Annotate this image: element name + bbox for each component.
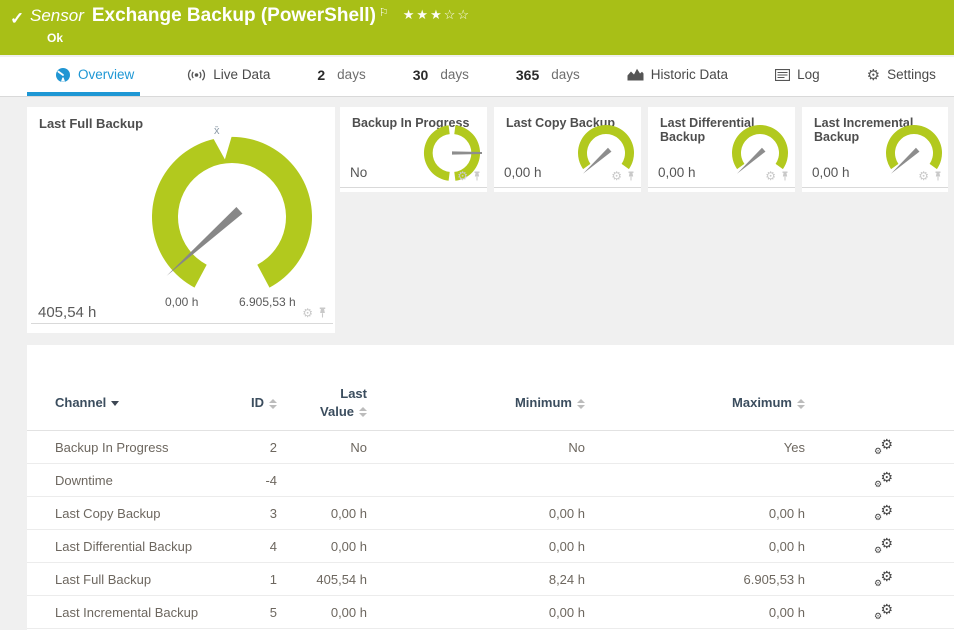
gauge-current-value: 0,00 h [504, 165, 542, 180]
live-icon [187, 68, 206, 82]
gauge-panel-last-copy-backup[interactable]: Last Copy Backup 0,00 h ⚙ [494, 107, 641, 192]
channel-name: Last Differential Backup [55, 539, 245, 554]
table-row[interactable]: Last Differential Backup 4 0,00 h 0,00 h… [27, 530, 954, 563]
edit-channel-icon[interactable]: ⚙⚙ [873, 504, 895, 522]
last-full-backup-gauge: x̄ [127, 125, 337, 301]
edit-channel-icon[interactable]: ⚙⚙ [873, 603, 895, 621]
tab-historic-data[interactable]: Historic Data [627, 57, 728, 96]
page-title: Exchange Backup (PowerShell) [92, 5, 376, 27]
edit-channel-icon[interactable]: ⚙⚙ [873, 537, 895, 555]
flag-icon[interactable]: ⚐ [379, 6, 389, 19]
sort-icon [359, 407, 367, 417]
edit-channel-icon[interactable]: ⚙⚙ [873, 471, 895, 489]
edit-channel-icon[interactable]: ⚙⚙ [873, 438, 895, 456]
sort-icon [577, 399, 585, 409]
panel-divider [340, 187, 487, 188]
edit-channel-icon[interactable]: ⚙⚙ [873, 570, 895, 588]
gauge-panel-backup-in-progress[interactable]: Backup In Progress No ⚙ [340, 107, 487, 192]
gauge-current-value: 405,54 h [38, 304, 96, 321]
gauge-icon [55, 67, 71, 83]
column-header-maximum[interactable]: Maximum [585, 395, 805, 410]
column-header-channel[interactable]: Channel [55, 395, 245, 410]
gear-icon[interactable]: ⚙ [611, 170, 622, 182]
channel-name: Last Full Backup [55, 572, 245, 587]
gear-icon[interactable]: ⚙ [765, 170, 776, 182]
tab-log[interactable]: Log [775, 57, 820, 96]
area-chart-icon [627, 68, 644, 81]
tab-overview[interactable]: Overview [27, 57, 140, 96]
average-marker: x̄ [214, 125, 220, 137]
table-header-row: Channel ID Last Value Minimum Maximum [27, 345, 954, 431]
gear-icon[interactable]: ⚙ [918, 170, 929, 182]
gauge-panel-last-differential-backup[interactable]: Last Differential Backup 0,00 h ⚙ [648, 107, 795, 192]
tab-30-days[interactable]: 30days [413, 57, 469, 96]
gear-icon[interactable]: ⚙ [457, 170, 468, 182]
status-badge: Ok [47, 31, 63, 45]
table-row[interactable]: Backup In Progress 2 No No Yes ⚙⚙ [27, 431, 954, 464]
gear-icon[interactable]: ⚙ [302, 307, 313, 319]
channel-name: Downtime [55, 473, 245, 488]
panel-divider [31, 323, 333, 324]
channel-table-panel: Channel ID Last Value Minimum Maximum Ba… [27, 345, 954, 630]
column-header-last-value[interactable]: Last Value [277, 385, 367, 420]
object-kind-label: Sensor [30, 6, 84, 26]
table-row[interactable]: Last Copy Backup 3 0,00 h 0,00 h 0,00 h … [27, 497, 954, 530]
status-ok-check-icon: ✓ [10, 9, 24, 29]
column-header-minimum[interactable]: Minimum [367, 395, 585, 410]
panel-divider [494, 187, 641, 188]
pin-icon[interactable] [626, 171, 636, 182]
sort-icon [269, 399, 277, 409]
channel-name: Backup In Progress [55, 440, 245, 455]
tab-365-days[interactable]: 365days [516, 57, 580, 96]
primary-gauge-panel[interactable]: Last Full Backup x̄ 0,00 h 6.905,53 h 40… [27, 107, 335, 333]
table-row[interactable]: Downtime -4 ⚙⚙ [27, 464, 954, 497]
gauge-scale-min: 0,00 h [165, 295, 198, 309]
tab-bar: Overview Live Data 2days 30days 365days … [0, 57, 954, 97]
sort-icon [797, 399, 805, 409]
panel-divider [802, 187, 948, 188]
channel-name: Last Copy Backup [55, 506, 245, 521]
log-icon [775, 69, 790, 81]
pin-icon[interactable] [933, 171, 943, 182]
panel-divider [648, 187, 795, 188]
gauge-panel-last-incremental-backup[interactable]: Last Incremental Backup 0,00 h ⚙ [802, 107, 948, 192]
table-row[interactable]: Last Incremental Backup 5 0,00 h 0,00 h … [27, 596, 954, 629]
pin-icon[interactable] [472, 171, 482, 182]
gauge-current-value: No [350, 165, 367, 180]
pin-icon[interactable] [317, 307, 328, 319]
priority-stars[interactable]: ★★★☆☆ [403, 7, 471, 23]
tab-live-data[interactable]: Live Data [187, 57, 270, 96]
sensor-status-header: ✓ Sensor Exchange Backup (PowerShell) ⚐ … [0, 0, 954, 55]
column-header-id[interactable]: ID [245, 395, 277, 410]
tab-settings[interactable]: ⚙ Settings [867, 57, 936, 96]
pin-icon[interactable] [780, 171, 790, 182]
channel-name: Last Incremental Backup [55, 605, 245, 620]
gear-icon: ⚙ [867, 66, 880, 84]
gauge-current-value: 0,00 h [658, 165, 696, 180]
gauge-scale-max: 6.905,53 h [239, 295, 296, 309]
gauge-current-value: 0,00 h [812, 165, 850, 180]
table-row[interactable]: Last Full Backup 1 405,54 h 8,24 h 6.905… [27, 563, 954, 596]
sort-desc-icon [111, 401, 119, 406]
tab-2-days[interactable]: 2days [317, 57, 365, 96]
